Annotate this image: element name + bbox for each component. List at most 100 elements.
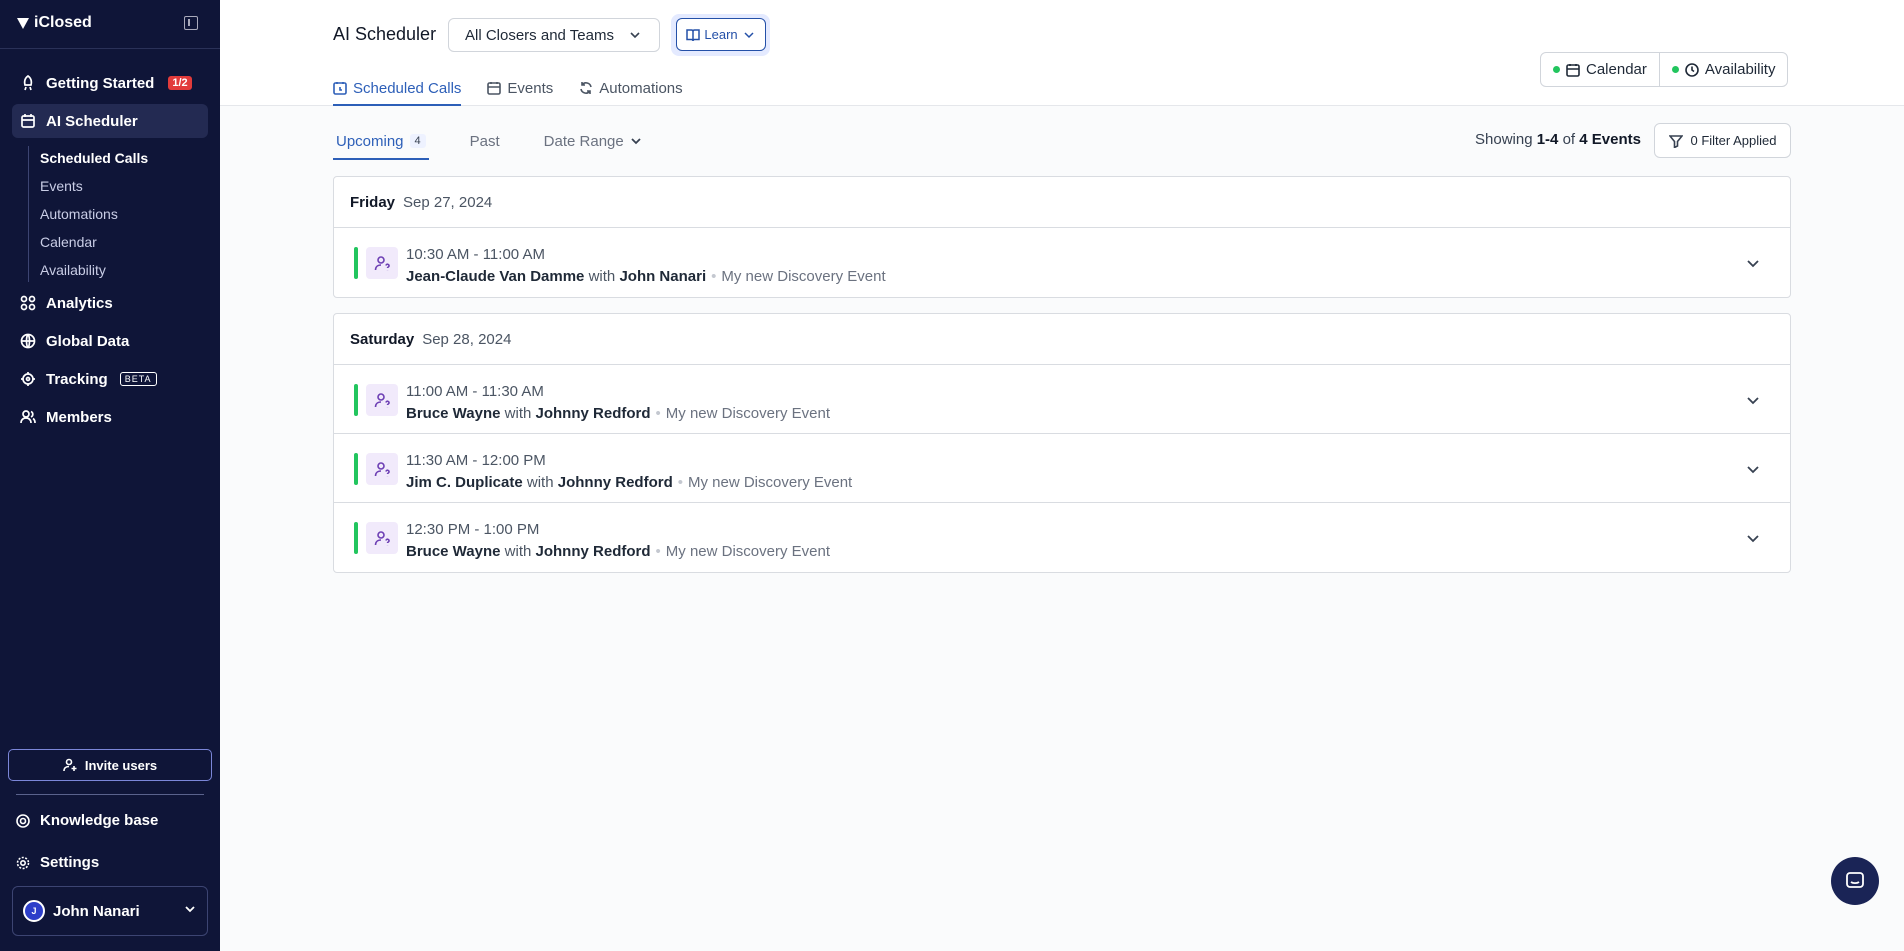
- showing-of: of: [1562, 131, 1576, 148]
- chat-support-button[interactable]: [1831, 857, 1879, 905]
- chevron-down-icon[interactable]: [1746, 462, 1760, 476]
- tab-label: Automations: [599, 79, 683, 97]
- tab-upcoming[interactable]: Upcoming 4: [333, 122, 429, 160]
- lead-name: Jim C. Duplicate: [406, 474, 523, 491]
- user-question-icon: [366, 453, 398, 485]
- status-dot: [1553, 66, 1560, 73]
- knowledge-base-link[interactable]: Knowledge base: [16, 812, 158, 829]
- main-content: AI Scheduler All Closers and Teams Learn…: [220, 0, 1904, 951]
- tab-label: Past: [469, 132, 500, 150]
- lead-name: Bruce Wayne: [406, 405, 501, 422]
- event-time: 10:30 AM - 11:00 AM: [406, 246, 545, 263]
- sidebar-item-ai-scheduler[interactable]: AI Scheduler: [12, 104, 208, 138]
- learn-label: Learn: [704, 27, 738, 42]
- globe-icon: [20, 333, 36, 349]
- event-row[interactable]: 11:00 AM - 11:30 AM Bruce Wayne with Joh…: [334, 365, 1790, 434]
- avatar: J: [23, 900, 45, 922]
- event-name: My new Discovery Event: [721, 268, 886, 285]
- users-icon: [20, 410, 36, 424]
- learn-focus-ring: Learn: [671, 14, 770, 56]
- chat-icon: [1846, 872, 1864, 888]
- date-range-dropdown[interactable]: Date Range: [541, 122, 645, 160]
- chevron-down-icon[interactable]: [1746, 256, 1760, 270]
- event-row[interactable]: 11:30 AM - 12:00 PM Jim C. Duplicate wit…: [334, 434, 1790, 503]
- calendar-label: Calendar: [1586, 61, 1647, 78]
- sidebar-item-members[interactable]: Members: [12, 400, 208, 434]
- event-participants: Jim C. Duplicate with Johnny Redford • My …: [406, 472, 852, 494]
- event-details: 11:00 AM - 11:30 AM Bruce Wayne with Joh…: [406, 381, 830, 425]
- collapse-sidebar-icon[interactable]: [184, 16, 198, 30]
- lead-name: Jean-Claude Van Damme: [406, 268, 585, 285]
- event-row[interactable]: 12:30 PM - 1:00 PM Bruce Wayne with John…: [334, 503, 1790, 572]
- user-name: John Nanari: [53, 902, 140, 920]
- tab-past[interactable]: Past: [467, 122, 503, 160]
- target-icon: [21, 372, 35, 386]
- day-date: Sep 28, 2024: [422, 330, 512, 348]
- subnav-scheduled-calls[interactable]: Scheduled Calls: [40, 150, 148, 166]
- calendar-icon: [1566, 63, 1580, 77]
- event-details: 10:30 AM - 11:00 AM Jean-Claude Van Damm…: [406, 244, 886, 288]
- brand-logo[interactable]: iClosed: [16, 14, 92, 32]
- tab-scheduled-calls[interactable]: Scheduled Calls: [333, 70, 462, 106]
- sidebar-divider: [16, 794, 204, 795]
- sidebar-item-global-data[interactable]: Global Data: [12, 324, 208, 358]
- tab-label: Events: [507, 79, 554, 97]
- day-date: Sep 27, 2024: [403, 193, 493, 211]
- subnav-availability[interactable]: Availability: [40, 262, 106, 278]
- filter-label: 0 Filter Applied: [1690, 133, 1777, 148]
- invite-users-button[interactable]: Invite users: [8, 749, 212, 781]
- chevron-down-icon: [630, 32, 640, 39]
- user-question-icon: [366, 522, 398, 554]
- event-details: 12:30 PM - 1:00 PM Bruce Wayne with John…: [406, 519, 830, 563]
- event-name: My new Discovery Event: [688, 474, 853, 491]
- event-time: 11:00 AM - 11:30 AM: [406, 383, 544, 400]
- availability-button[interactable]: Availability: [1658, 53, 1788, 86]
- tab-label: Upcoming: [336, 132, 404, 150]
- user-menu[interactable]: J John Nanari: [12, 886, 208, 936]
- tab-automations[interactable]: Automations: [579, 70, 683, 106]
- calendar-button[interactable]: Calendar: [1541, 53, 1659, 86]
- day-group: Saturday Sep 28, 2024 11:00 AM - 11:30 A…: [333, 313, 1791, 573]
- event-participants: Bruce Wayne with Johnny Redford • My new D…: [406, 541, 830, 563]
- event-time: 11:30 AM - 12:00 PM: [406, 452, 546, 469]
- brand-name: iClosed: [34, 14, 92, 31]
- tab-events[interactable]: Events: [487, 70, 553, 106]
- availability-label: Availability: [1704, 61, 1776, 78]
- chevron-down-icon[interactable]: [1746, 531, 1760, 545]
- sidebar-item-label: Getting Started: [46, 74, 155, 92]
- with-text: with: [504, 543, 532, 560]
- with-text: with: [504, 405, 532, 422]
- grid-icon: [20, 295, 36, 311]
- sidebar-item-getting-started[interactable]: Getting Started 1/2: [12, 66, 208, 100]
- user-question-icon: [366, 247, 398, 279]
- learn-button[interactable]: Learn: [676, 18, 766, 51]
- sidebar-item-analytics[interactable]: Analytics: [12, 286, 208, 320]
- sidebar-divider: [0, 48, 220, 49]
- showing-range: 1-4: [1536, 131, 1559, 148]
- chevron-down-icon[interactable]: [1746, 393, 1760, 407]
- user-question-icon: [366, 384, 398, 416]
- closers-teams-select[interactable]: All Closers and Teams: [448, 18, 660, 52]
- lead-name: Bruce Wayne: [406, 543, 501, 560]
- event-row[interactable]: 10:30 AM - 11:00 AM Jean-Claude Van Damm…: [334, 228, 1790, 297]
- showing-total: 4 Events: [1579, 131, 1641, 148]
- status-bar: [354, 453, 358, 485]
- calendar-icon: [21, 114, 35, 128]
- event-time: 12:30 PM - 1:00 PM: [406, 521, 540, 538]
- subnav-events[interactable]: Events: [40, 178, 83, 194]
- event-subtabs: Upcoming 4 Past Date Range: [333, 122, 645, 160]
- event-name: My new Discovery Event: [665, 405, 830, 422]
- settings-label: Settings: [40, 854, 100, 871]
- status-dot: [1671, 66, 1679, 73]
- invite-label: Invite users: [84, 757, 158, 773]
- separator-dot: •: [677, 474, 683, 491]
- filter-button[interactable]: 0 Filter Applied: [1654, 123, 1791, 158]
- subnav-automations[interactable]: Automations: [40, 206, 118, 222]
- sidebar-item-tracking[interactable]: Tracking BETA: [12, 362, 208, 396]
- closer-name: Johnny Redford: [535, 543, 651, 560]
- subnav-calendar[interactable]: Calendar: [40, 234, 97, 250]
- settings-link[interactable]: Settings: [16, 854, 99, 871]
- with-text: with: [526, 474, 554, 491]
- event-details: 11:30 AM - 12:00 PM Jim C. Duplicate wit…: [406, 450, 852, 494]
- filter-icon: [1668, 134, 1683, 148]
